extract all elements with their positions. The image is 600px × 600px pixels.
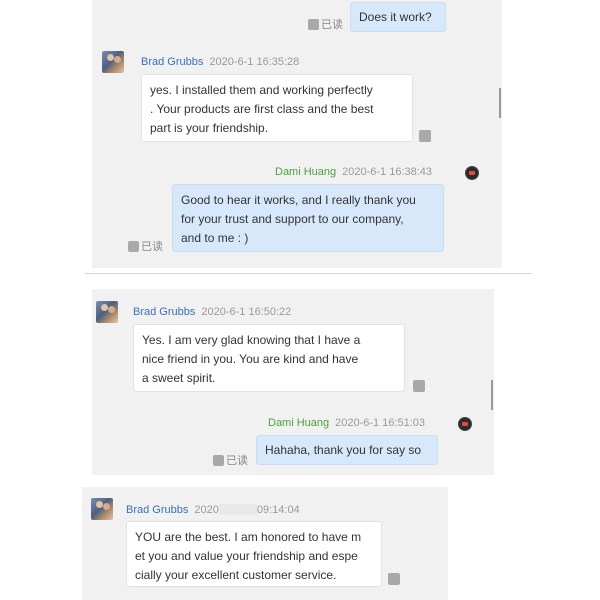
message-header: Dami Huang 2020-6-1 16:38:43 — [275, 166, 432, 178]
avatar[interactable] — [91, 498, 113, 520]
sender-name[interactable]: Dami Huang — [268, 417, 329, 429]
message-action-icon[interactable] — [419, 130, 431, 142]
message-time: 2020-6-1 16:38:43 — [342, 166, 433, 178]
read-status: 已读 — [128, 238, 163, 254]
message-text: Does it work? — [359, 10, 432, 24]
message-bubble-outgoing: Hahaha, thank you for say so — [256, 435, 438, 465]
message-line: cially your excellent customer service. — [135, 568, 337, 582]
message-line: Good to hear it works, and I really than… — [181, 193, 416, 207]
message-time: 2020-6-1 16:50:22 — [201, 306, 292, 318]
message-action-icon[interactable] — [388, 573, 400, 585]
message-bubble-incoming: YOU are the best. I am honored to have m… — [126, 521, 382, 587]
message-line: . Your products are first class and the … — [150, 102, 374, 116]
sender-name[interactable]: Dami Huang — [275, 166, 336, 178]
read-status-icon — [213, 455, 224, 466]
message-line: yes. I installed them and working perfec… — [150, 83, 373, 97]
scrollbar[interactable] — [491, 380, 493, 410]
read-status-icon — [308, 19, 319, 30]
read-status: 已读 — [308, 16, 343, 32]
avatar[interactable] — [96, 301, 118, 323]
message-header: Brad Grubbs 2020-6-1 16:35:28 — [141, 56, 299, 68]
message-bubble-incoming: Yes. I am very glad knowing that I have … — [133, 324, 405, 392]
message-line: a sweet spirit. — [142, 371, 216, 385]
company-logo-icon[interactable] — [465, 166, 479, 180]
sender-name[interactable]: Brad Grubbs — [141, 56, 203, 68]
message-line: Yes. I am very glad knowing that I have … — [142, 333, 361, 347]
message-bubble-outgoing: Good to hear it works, and I really than… — [172, 184, 444, 252]
message-header: Brad Grubbs 2020 09:14:04 — [126, 504, 300, 516]
message-time-prefix: 2020 — [194, 504, 219, 516]
divider — [85, 273, 532, 274]
message-action-icon[interactable] — [413, 380, 425, 392]
company-logo-icon[interactable] — [458, 417, 472, 431]
message-line: nice friend in you. You are kind and hav… — [142, 352, 359, 366]
read-status-icon — [128, 241, 139, 252]
message-time: 2020-6-1 16:51:03 — [335, 417, 426, 429]
sender-name[interactable]: Brad Grubbs — [126, 504, 188, 516]
message-text: Hahaha, thank you for say so — [265, 443, 422, 457]
message-line: and to me : ) — [181, 231, 249, 245]
message-header: Dami Huang 2020-6-1 16:51:03 — [268, 417, 425, 429]
message-time: 2020-6-1 16:35:28 — [209, 56, 300, 68]
read-status: 已读 — [213, 452, 248, 468]
message-bubble-incoming: yes. I installed them and working perfec… — [141, 74, 413, 142]
scrollbar[interactable] — [499, 88, 501, 118]
sender-name[interactable]: Brad Grubbs — [133, 306, 195, 318]
message-line: YOU are the best. I am honored to have m — [135, 530, 362, 544]
avatar[interactable] — [102, 51, 124, 73]
redacted-area — [218, 504, 257, 515]
message-line: et you and value your friendship and esp… — [135, 549, 358, 563]
message-line: part is your friendship. — [150, 121, 269, 135]
message-line: for your trust and support to our compan… — [181, 212, 404, 226]
message-time-suffix: 09:14:04 — [256, 504, 300, 516]
message-header: Brad Grubbs 2020-6-1 16:50:22 — [133, 306, 291, 318]
message-bubble-outgoing: Does it work? — [350, 2, 446, 32]
